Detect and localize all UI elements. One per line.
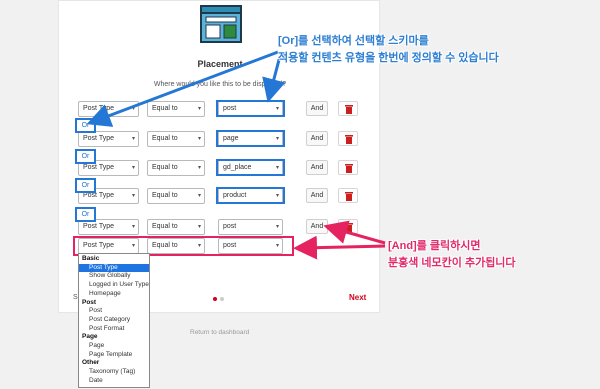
- and-annotation-line2: 분홍색 네모칸이 추가됩니다: [388, 257, 516, 269]
- and-arrow: [323, 220, 386, 245]
- or-annotation: [Or]를 선택하여 선택할 스키마를 적용할 컨텐츠 유형을 한번에 정의할 …: [278, 33, 499, 67]
- and-annotation: [And]를 클릭하시면 분홍색 네모칸이 추가됩니다: [388, 238, 516, 272]
- or-arrow: [86, 50, 279, 127]
- or-annotation-line2: 적용할 컨텐츠 유형을 한번에 정의할 수 있습니다: [278, 52, 499, 64]
- and-annotation-line1: [And]를 클릭하시면: [388, 240, 481, 252]
- new-row-arrow: [293, 235, 386, 260]
- or-annotation-line1: [Or]를 선택하여 선택할 스키마를: [278, 35, 429, 47]
